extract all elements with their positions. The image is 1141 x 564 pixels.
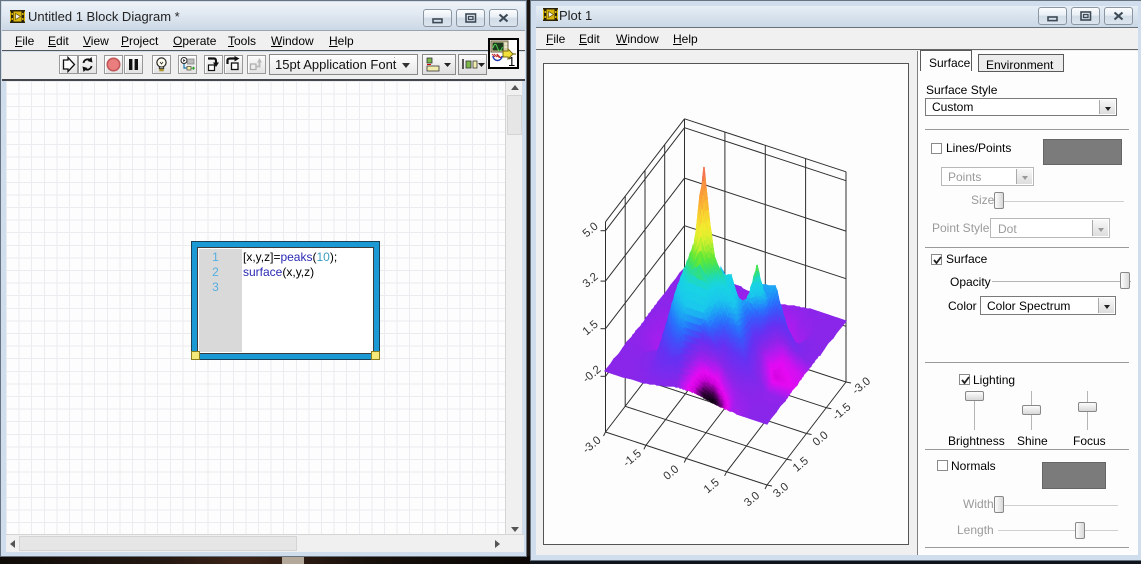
svg-text:-3.0: -3.0 — [581, 434, 604, 456]
svg-text:1.5: 1.5 — [702, 477, 722, 496]
svg-text:1: 1 — [508, 54, 515, 67]
svg-text:0.0: 0.0 — [811, 429, 831, 448]
svg-text:1.5: 1.5 — [791, 455, 811, 474]
svg-text:-1.5: -1.5 — [621, 448, 644, 470]
svg-text:1.5: 1.5 — [581, 319, 601, 338]
svg-text:0.0: 0.0 — [661, 463, 681, 482]
svg-text:3.0: 3.0 — [771, 481, 791, 500]
svg-text:-1.5: -1.5 — [831, 401, 854, 423]
svg-text:-0.2: -0.2 — [581, 364, 604, 386]
svg-text:5.0: 5.0 — [581, 221, 601, 240]
svg-text:-3.0: -3.0 — [850, 375, 873, 397]
svg-text:3.0: 3.0 — [742, 490, 762, 509]
svg-text:3.2: 3.2 — [581, 271, 601, 290]
